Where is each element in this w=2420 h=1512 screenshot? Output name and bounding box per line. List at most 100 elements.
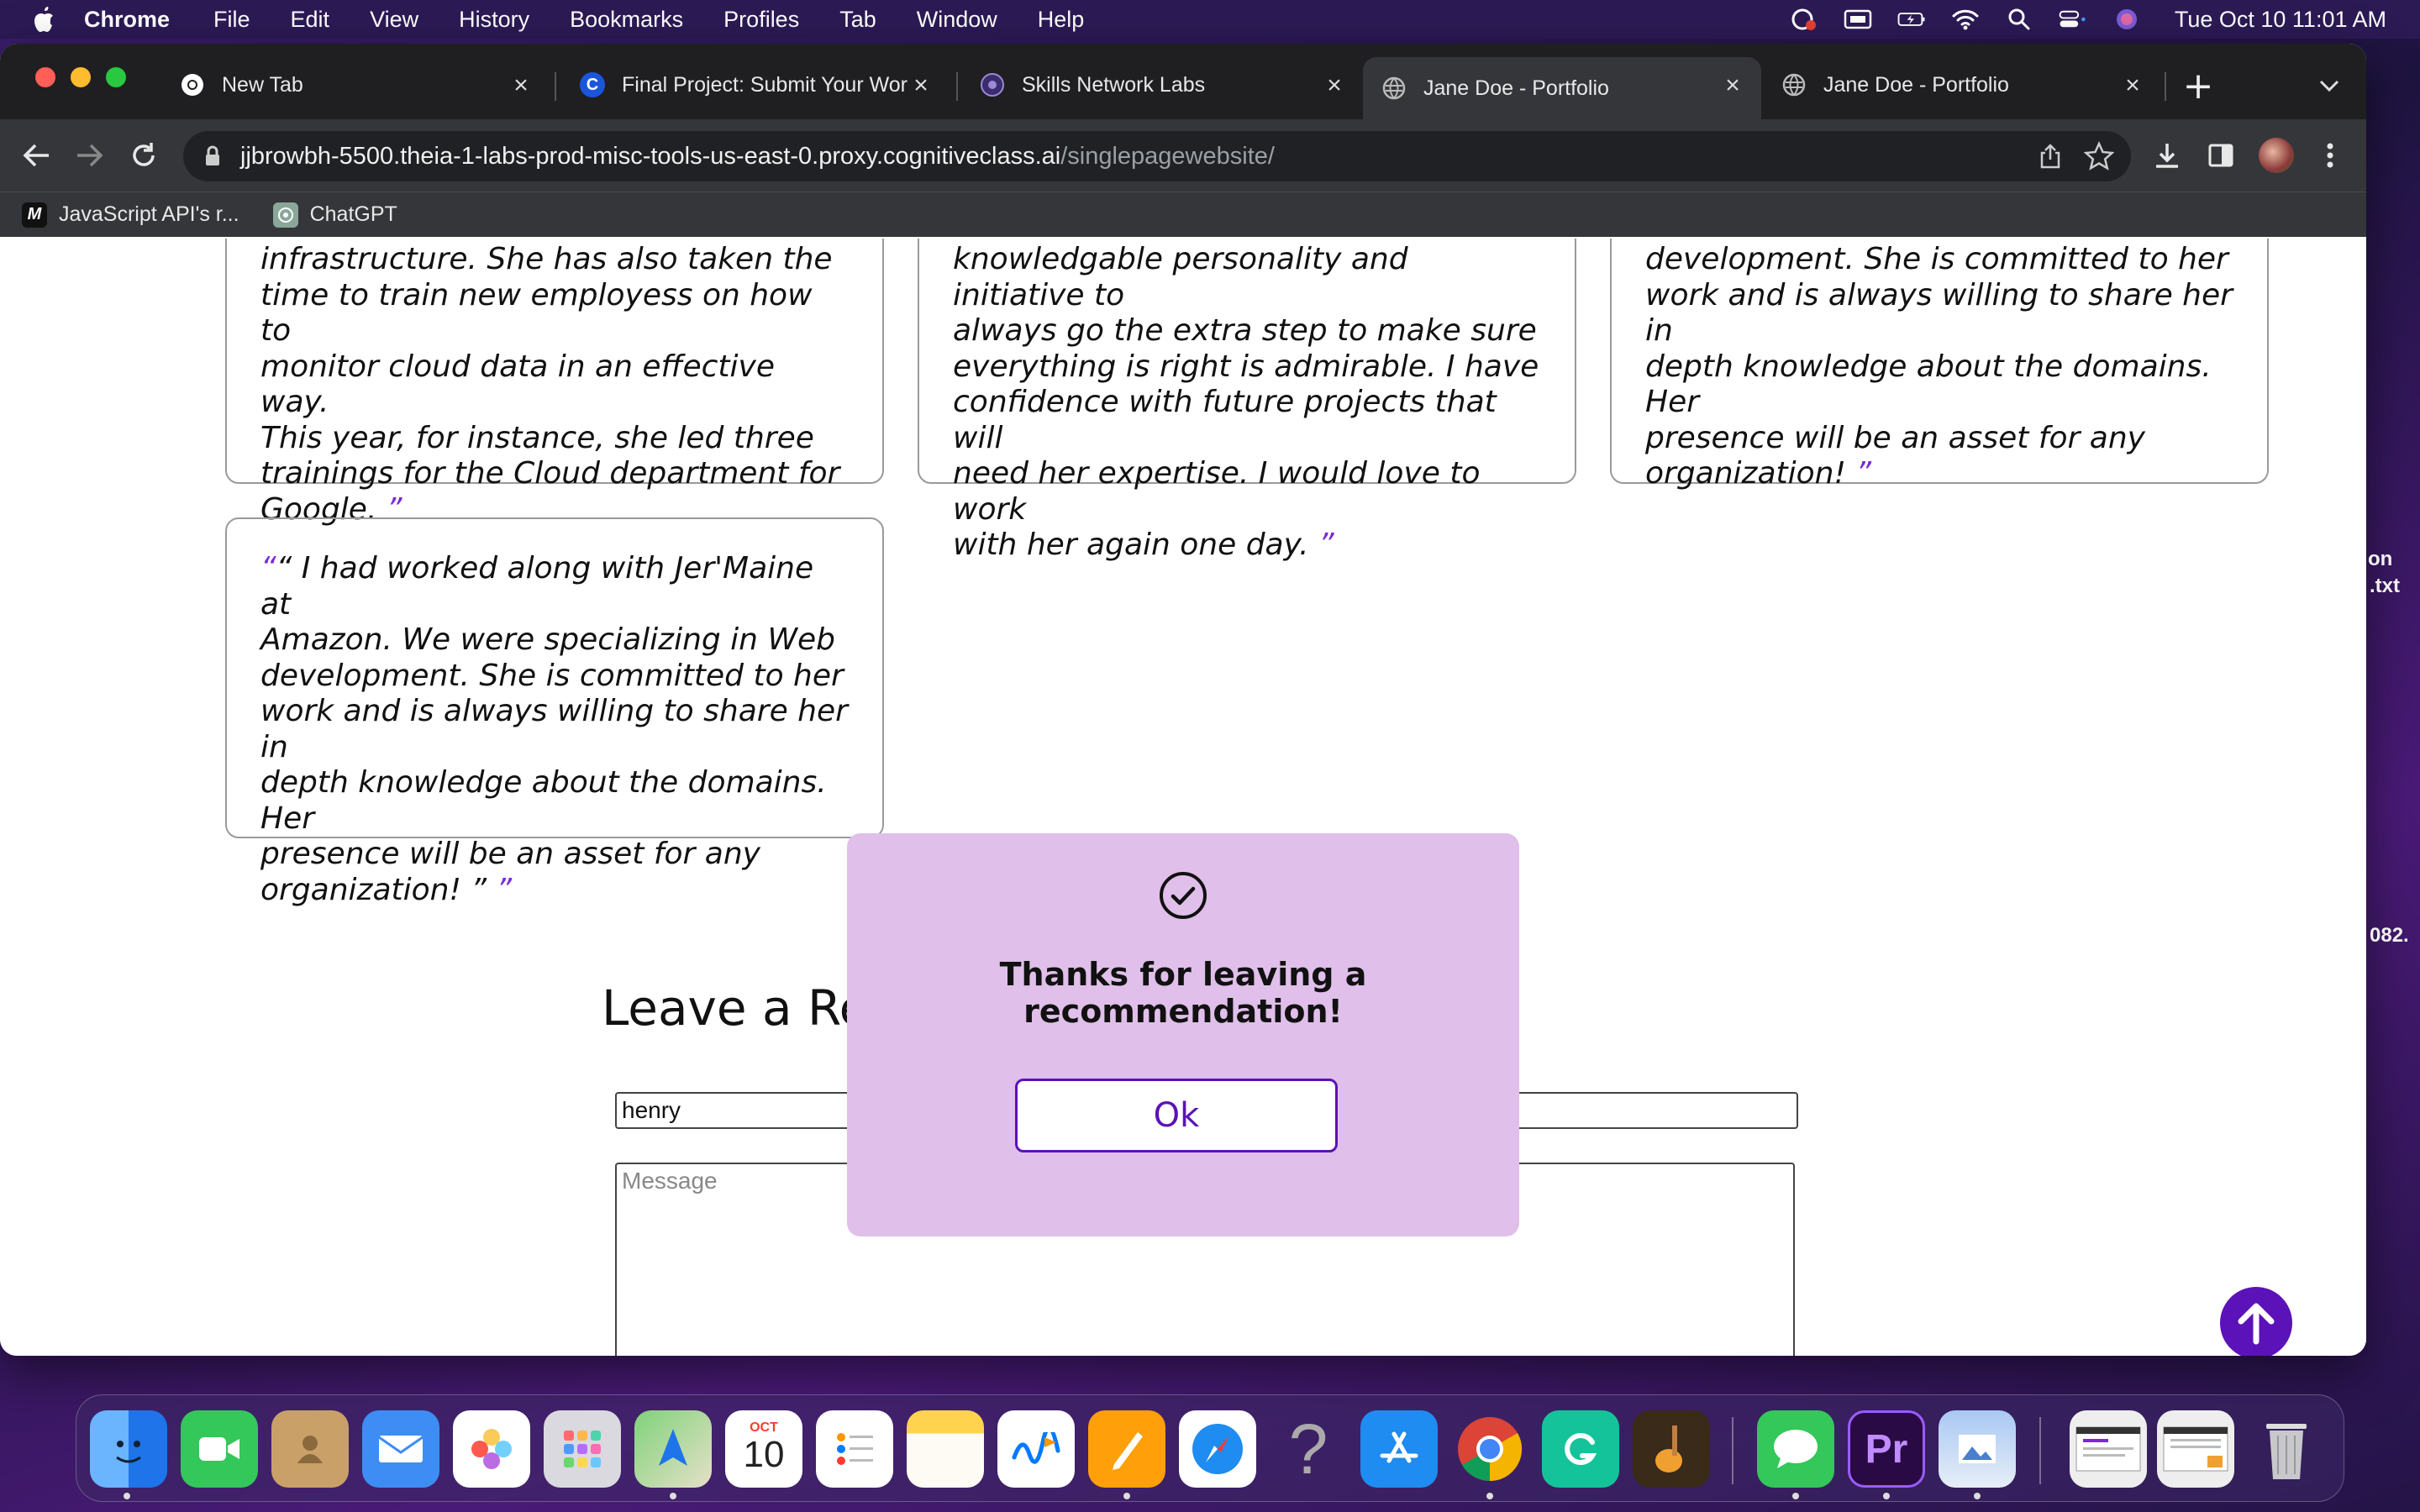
bookmark-javascript-apis[interactable]: M JavaScript API's r... (22, 202, 239, 228)
close-quote: ” (496, 872, 513, 907)
globe-icon (1381, 76, 1407, 101)
contacts-icon[interactable] (271, 1410, 349, 1488)
safari-icon[interactable] (1179, 1410, 1256, 1488)
menu-file[interactable]: File (213, 7, 250, 33)
tab-final-project[interactable]: C Final Project: Submit Your Wor × (561, 57, 950, 113)
menu-history[interactable]: History (459, 7, 529, 33)
downloads-icon[interactable] (2149, 138, 2185, 173)
control-center-icon[interactable] (2059, 7, 2087, 32)
bookmark-star-icon[interactable] (2083, 140, 2115, 171)
lock-icon[interactable] (202, 144, 224, 169)
side-panel-icon[interactable] (2203, 138, 2238, 173)
close-tab-icon[interactable]: × (509, 71, 533, 99)
launchpad-icon[interactable] (544, 1410, 621, 1488)
minimize-window-button[interactable] (71, 67, 91, 87)
preview-icon[interactable] (1939, 1410, 2016, 1488)
facetime-icon[interactable] (181, 1410, 258, 1488)
tab-search-chevron-icon[interactable] (2312, 69, 2346, 102)
card-line: Amazon. We were specializing in Web (260, 622, 836, 657)
back-button[interactable] (17, 136, 55, 175)
card-line: depth knowledge about the domains. Her (1645, 349, 2212, 420)
scroll-to-top-button[interactable] (2220, 1287, 2292, 1356)
tab-skills-network[interactable]: Skills Network Labs × (961, 57, 1363, 113)
card-line: monitor cloud data in an effective way. (260, 349, 775, 420)
window-controls (35, 67, 126, 87)
menu-bookmarks[interactable]: Bookmarks (570, 7, 683, 33)
forward-button[interactable] (71, 136, 109, 175)
menu-clock[interactable]: Tue Oct 10 11:01 AM (2175, 7, 2386, 33)
trash-icon[interactable] (2248, 1410, 2325, 1488)
screenshot-thumb-1[interactable] (2070, 1410, 2147, 1488)
menu-help[interactable]: Help (1038, 7, 1085, 33)
ok-button[interactable]: Ok (1015, 1079, 1338, 1152)
close-window-button[interactable] (35, 67, 55, 87)
wifi-icon[interactable] (1951, 7, 1980, 32)
photos-icon[interactable] (453, 1410, 530, 1488)
running-indicator (1792, 1493, 1799, 1499)
premiere-pro-icon[interactable]: Pr (1848, 1410, 1925, 1488)
menu-view[interactable]: View (370, 7, 418, 33)
close-tab-icon[interactable]: × (909, 71, 933, 99)
creative-cloud-icon[interactable] (1790, 7, 1818, 32)
confirmation-modal: Thanks for leaving a recommendation! Ok (847, 833, 1519, 1236)
recommendation-card: knowledgable personality and initiative … (918, 239, 1576, 562)
screenshot-thumb-2[interactable] (2157, 1410, 2234, 1488)
app-store-icon[interactable] (1360, 1410, 1438, 1488)
close-tab-icon[interactable]: × (1721, 71, 1744, 99)
chrome-menu-icon[interactable] (2312, 138, 2348, 173)
notes-icon[interactable] (907, 1410, 984, 1488)
modal-title: Thanks for leaving a recommendation! (999, 956, 1367, 1030)
zoom-window-button[interactable] (106, 67, 126, 87)
reload-button[interactable] (124, 136, 163, 175)
tab-new-tab[interactable]: New Tab × (161, 57, 550, 113)
menu-window[interactable]: Window (917, 7, 997, 33)
tab-separator (956, 72, 958, 101)
menu-edit[interactable]: Edit (291, 7, 330, 33)
bookmarks-bar: M JavaScript API's r... ChatGPT (0, 192, 2366, 237)
mail-icon[interactable] (362, 1410, 439, 1488)
tab-jane-doe-portfolio-active[interactable]: Jane Doe - Portfolio × (1363, 57, 1761, 119)
share-icon[interactable] (2037, 143, 2064, 170)
display-icon[interactable] (1844, 7, 1872, 32)
profile-avatar[interactable] (2259, 138, 2294, 173)
tab-separator (555, 72, 556, 101)
tab-strip: New Tab × C Final Project: Submit Your W… (0, 44, 2366, 119)
new-tab-button[interactable]: + (2181, 62, 2215, 109)
help-icon[interactable]: ? (1270, 1410, 1347, 1488)
browser-toolbar: jjbrowbh-5500.theia-1-labs-prod-misc-too… (0, 119, 2366, 192)
spotlight-search-icon[interactable] (2005, 7, 2033, 32)
recommendation-card: development. She is committed to her wor… (1610, 239, 2269, 491)
card-line: work and is always willing to share her … (260, 694, 848, 764)
bookmark-label: JavaScript API's r... (59, 202, 239, 226)
close-tab-icon[interactable]: × (1323, 71, 1346, 99)
menu-profiles[interactable]: Profiles (723, 7, 799, 33)
messages-icon[interactable] (1757, 1410, 1834, 1488)
menu-app-name[interactable]: Chrome (84, 7, 170, 33)
address-bar[interactable]: jjbrowbh-5500.theia-1-labs-prod-misc-too… (183, 131, 2131, 181)
tab-label: Final Project: Submit Your Wor (622, 72, 908, 97)
card-line: everything is right is admirable. I have (953, 349, 1539, 384)
siri-icon[interactable] (2112, 7, 2141, 32)
bookmark-label: ChatGPT (309, 202, 397, 226)
reminders-icon[interactable] (816, 1410, 893, 1488)
chrome-icon[interactable] (1451, 1410, 1528, 1488)
finder-icon[interactable] (90, 1410, 167, 1488)
close-tab-icon[interactable]: × (2121, 71, 2144, 99)
battery-icon[interactable] (1897, 7, 1926, 32)
maps-icon[interactable] (634, 1410, 712, 1488)
bookmark-chatgpt[interactable]: ChatGPT (272, 202, 397, 228)
calendar-icon[interactable]: OCT 10 (725, 1410, 802, 1488)
globe-icon (1781, 72, 1807, 97)
pages-icon[interactable] (1088, 1410, 1165, 1488)
menu-tab[interactable]: Tab (839, 7, 876, 33)
tab-jane-doe-portfolio[interactable]: Jane Doe - Portfolio × (1763, 57, 2161, 113)
check-circle-icon (1158, 870, 1208, 921)
card-line: depth knowledge about the domains. Her (260, 765, 827, 836)
apple-menu-icon[interactable] (29, 3, 62, 36)
grammarly-icon[interactable] (1542, 1410, 1619, 1488)
card-line: presence will be an asset for any (260, 837, 760, 871)
running-indicator (670, 1493, 676, 1499)
desktop-file-label-fragment: .txt (2370, 575, 2400, 597)
freeform-icon[interactable] (997, 1410, 1075, 1488)
garageband-icon[interactable] (1633, 1410, 1710, 1488)
